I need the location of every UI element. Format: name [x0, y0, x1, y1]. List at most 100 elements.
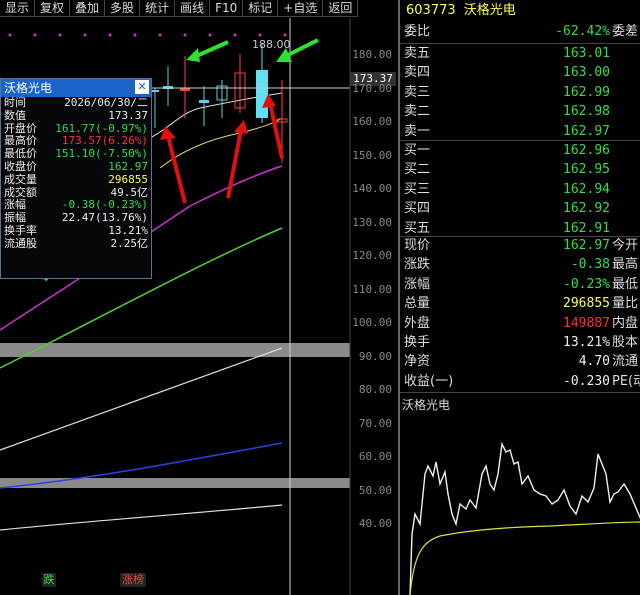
popup-row-value: 162.97 [108, 159, 148, 173]
y-tick-label: 60.00 [358, 450, 392, 463]
row-value: 162.97 [563, 238, 610, 253]
popup-row: 时间 2026/06/30/二 [1, 96, 151, 110]
bid-row[interactable]: 买三 162.94 [400, 180, 640, 200]
row-value: 163.01 [563, 46, 610, 61]
toolbar-button-4[interactable]: 统计 [140, 0, 176, 17]
popup-header[interactable]: 沃格光电 ✕ [1, 79, 151, 97]
ask-row[interactable]: 卖五 163.01 [400, 44, 640, 64]
stat-row[interactable]: 收益(一) -0.230 PE(动 [400, 372, 640, 392]
gray-band-lower [0, 478, 350, 488]
toolbar-button-2[interactable]: 叠加 [70, 0, 106, 17]
popup-row: 成交量 296855 [1, 172, 151, 187]
stat-row[interactable]: 换手 13.21% 股本 [400, 333, 640, 353]
row-value: 162.97 [563, 123, 610, 139]
badge-limit[interactable]: 涨榜 [120, 573, 146, 587]
toolbar-button-3[interactable]: 多股 [105, 0, 141, 17]
popup-title: 沃格光电 [4, 81, 53, 95]
popup-row: 数值 173.37 [1, 108, 151, 123]
info-popup[interactable]: 沃格光电 ✕ 时间 2026/06/30/二 数值 173.37 开盘价 161.77(-… [0, 78, 152, 279]
row-label: 卖三 [404, 84, 431, 100]
avg-price-line [409, 521, 640, 595]
webi-label: 委比 [404, 24, 431, 39]
toolbar-button-7[interactable]: 标记 [243, 0, 279, 17]
row-value: -0.230 [563, 373, 610, 389]
popup-row-label: 成交量 [4, 172, 37, 186]
y-tick-label: 140.00 [352, 182, 392, 195]
popup-row-value: 2.25亿 [110, 236, 149, 250]
toolbar-button-1[interactable]: 复权 [35, 0, 71, 17]
y-tick-label: 150.00 [352, 148, 392, 162]
row-label-secondary: 最高 [612, 257, 639, 273]
y-tick-label: 110.00 [352, 282, 392, 296]
toolbar-button-6[interactable]: F10 [210, 0, 244, 17]
stock-code: 603773 [406, 3, 456, 18]
bid-row[interactable]: 买四 162.92 [400, 199, 640, 219]
high-price-label: 188.00 [252, 38, 291, 51]
ma-line-white [0, 347, 283, 451]
row-value: 162.96 [563, 143, 610, 158]
toolbar-button-5[interactable]: 画线 [175, 0, 211, 17]
stat-row[interactable]: 涨幅 -0.23% 最低 [400, 275, 640, 295]
ma-line-short-yellow [159, 117, 283, 169]
y-tick-label: 120.00 [352, 249, 392, 262]
popup-row-value: 173.37 [108, 108, 148, 122]
y-tick-label: 100.00 [352, 316, 392, 329]
toolbar-button-8[interactable]: +自选 [278, 0, 324, 17]
row-value: -0.38 [570, 257, 610, 273]
row-label-secondary: 量比 [612, 296, 639, 312]
popup-row: 流通股 2.25亿 [1, 236, 151, 251]
row-label: 买三 [404, 181, 431, 197]
ask-row[interactable]: 卖二 162.98 [400, 102, 640, 122]
row-value: 13.21% [563, 335, 610, 350]
popup-row-value: 2026/06/30/二 [64, 96, 148, 109]
mini-chart-title: 沃格光电 [402, 398, 451, 412]
popup-row-value: 296855 [108, 172, 148, 186]
row-label: 卖五 [404, 46, 431, 61]
row-label: 涨幅 [404, 276, 431, 292]
row-label-secondary: 今开 [612, 238, 639, 253]
row-label-secondary: 最低 [612, 276, 639, 292]
toolbar-button-0[interactable]: 显示 [0, 0, 36, 17]
ask-row[interactable]: 卖一 162.97 [400, 122, 640, 142]
badge-down[interactable]: 跌 [42, 573, 56, 587]
row-label: 涨跌 [404, 257, 431, 273]
gray-band-upper [0, 343, 350, 357]
row-value: 162.98 [563, 104, 610, 120]
stat-row[interactable]: 外盘 149887 内盘 [400, 314, 640, 334]
stat-row[interactable]: 净资 4.70 流通 [400, 352, 640, 372]
row-label-secondary: PE(动 [612, 373, 640, 389]
intraday-minichart[interactable] [400, 414, 640, 595]
popup-row: 收盘价 162.97 [1, 159, 151, 174]
ask-row[interactable]: 卖三 162.99 [400, 83, 640, 103]
popup-row-label: 时间 [4, 96, 26, 109]
weicha-label: 委差 [612, 24, 639, 39]
webi-row: 委比 -62.42% 委差 [400, 22, 640, 42]
row-value: 162.94 [563, 181, 610, 197]
row-label-secondary: 流通 [612, 354, 639, 370]
stat-row[interactable]: 总量 296855 量比 [400, 294, 640, 314]
bid-row[interactable]: 买一 162.96 [400, 141, 640, 161]
quote-header: 603773 沃格光电 [406, 2, 516, 20]
toolbar-button-9[interactable]: 返回 [323, 0, 359, 17]
y-tick-label: 180.00 [352, 48, 392, 61]
row-value: 162.99 [563, 84, 610, 100]
price-line [409, 441, 640, 595]
stat-row[interactable]: 现价 162.97 今开 [400, 236, 640, 256]
popup-rows: 时间 2026/06/30/二 数值 173.37 开盘价 161.77(-0.97%) 最… [1, 96, 151, 251]
row-label: 卖一 [404, 123, 431, 139]
row-label: 卖四 [404, 65, 431, 81]
row-value: 162.95 [563, 162, 610, 178]
row-label-secondary: 内盘 [612, 315, 639, 331]
stat-row[interactable]: 涨跌 -0.38 最高 [400, 255, 640, 275]
bid-row[interactable]: 买二 162.95 [400, 160, 640, 180]
popup-row-label: 流通股 [4, 236, 37, 250]
popup-row-value: 13.21% [108, 223, 148, 237]
close-icon[interactable]: ✕ [135, 80, 149, 94]
ask-row[interactable]: 卖四 163.00 [400, 63, 640, 83]
row-value: 4.70 [578, 354, 610, 370]
chart-toolbar: 显示 复权 叠加 多股 统计 画线 F10 标记 +自选 返回 [0, 0, 400, 18]
y-tick-label: 170.00 [352, 81, 392, 95]
dot-row [8, 33, 287, 37]
row-label-secondary: 股本 [612, 335, 639, 350]
row-label: 卖二 [404, 104, 431, 120]
